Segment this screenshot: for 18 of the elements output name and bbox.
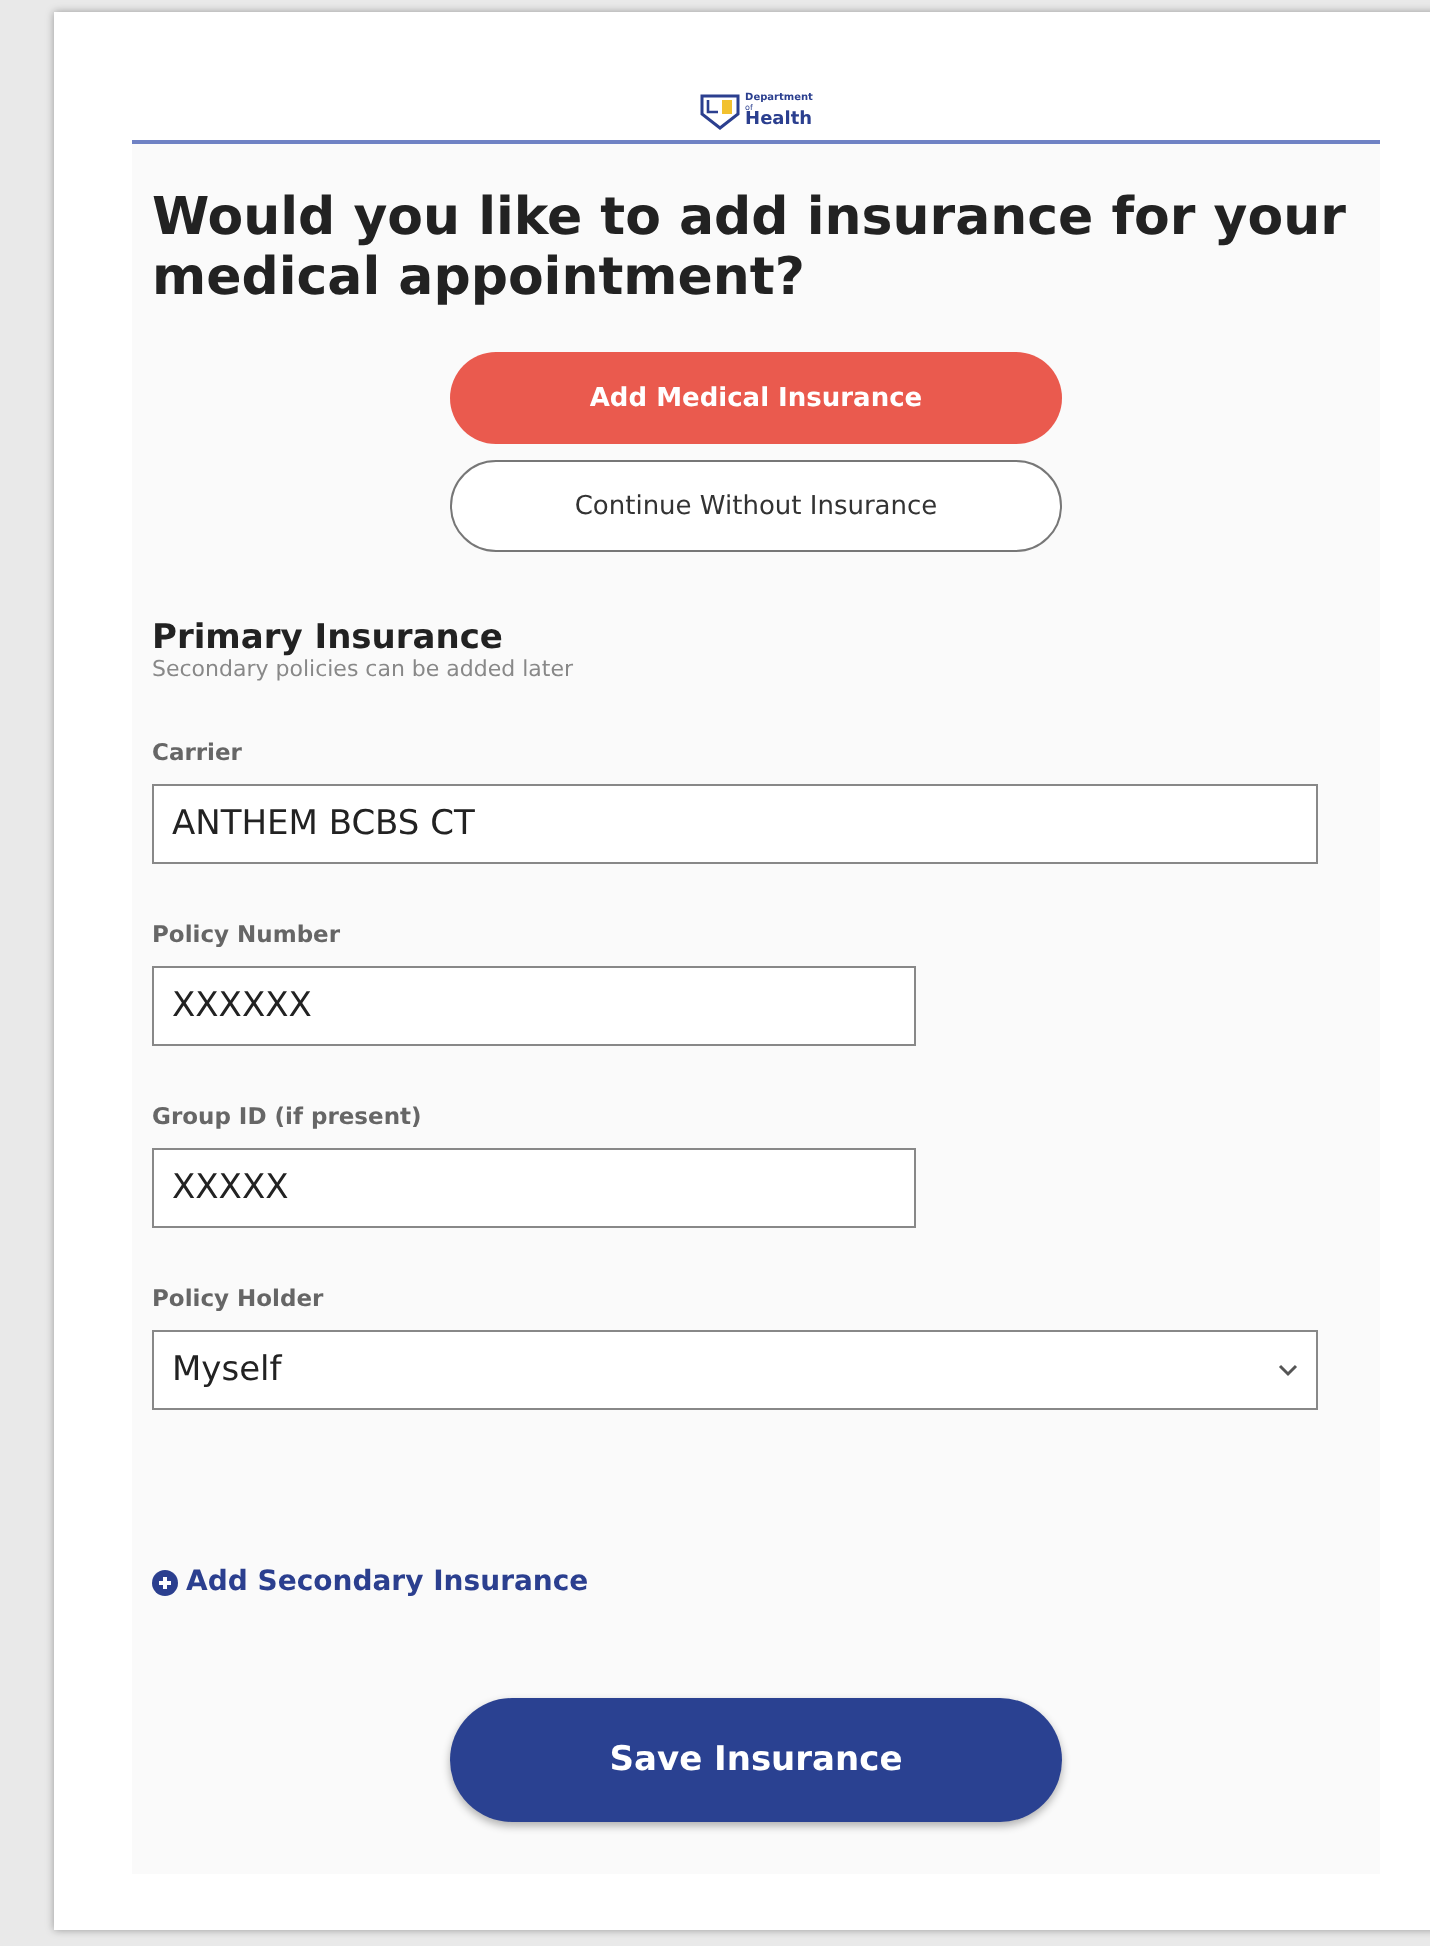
plus-circle-icon	[152, 1569, 178, 1595]
shield-logo-icon	[699, 94, 740, 130]
field-label: Policy Holder	[152, 1284, 326, 1312]
text-input-field[interactable]: ANTHEM BCBS CT	[152, 784, 1318, 864]
add-secondary-link[interactable]: Add Secondary Insurance	[152, 1566, 589, 1598]
question-heading: Would you like to add insurance for your medical appointment?	[152, 188, 1348, 308]
section-subtitle: Secondary policies can be added later	[152, 656, 576, 682]
section-title: Primary Insurance	[152, 620, 505, 656]
field-label: Policy Number	[152, 920, 343, 948]
policy-holder-select[interactable]: Myself	[152, 1330, 1318, 1410]
field-label: Carrier	[152, 738, 244, 766]
text-input-field[interactable]: XXXXXX	[152, 966, 916, 1046]
logo-text: Health	[745, 112, 813, 130]
insurance-choice-button[interactable]: Continue Without Insurance	[450, 460, 1062, 552]
save-insurance-button[interactable]: Save Insurance	[450, 1698, 1062, 1822]
field-label: Group ID (if present)	[152, 1102, 424, 1130]
text-input-field[interactable]: XXXXX	[152, 1148, 916, 1228]
chevron-down-icon	[1278, 1363, 1298, 1377]
